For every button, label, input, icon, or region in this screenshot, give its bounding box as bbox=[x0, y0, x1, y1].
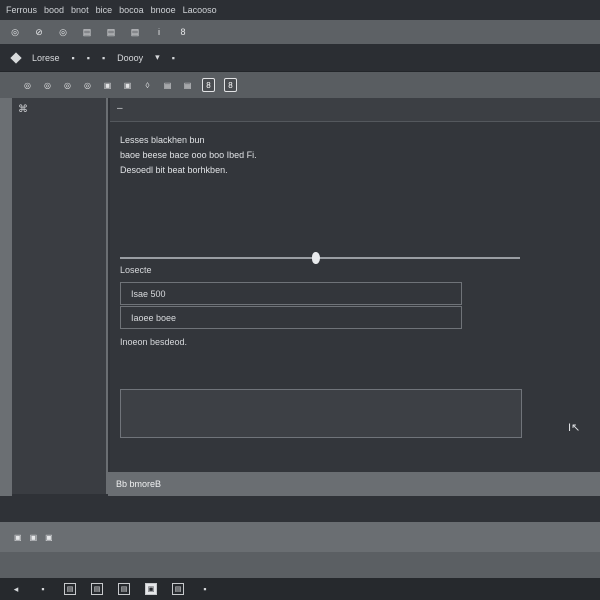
status-bar: Bb bmoreB bbox=[108, 472, 600, 496]
taskbar-app-icon-1[interactable]: ▤ bbox=[64, 583, 76, 595]
left-gutter bbox=[0, 98, 12, 522]
slider-handle[interactable] bbox=[312, 252, 320, 264]
toolbar-list-icon[interactable]: ▤ bbox=[80, 27, 94, 38]
bottom-tool-icon-3[interactable]: ▣ bbox=[45, 533, 53, 542]
tool-icon-4[interactable]: ◎ bbox=[82, 81, 93, 90]
description-line-3: Desoedl bit beat borhkben. bbox=[120, 165, 228, 175]
primary-toolbar: ◎ ⊘ ◎ ▤ ▤ ▤ Ꭵ 8 bbox=[0, 20, 600, 44]
description-line-2: baoe beese bace ooo boo Ibed Fi. bbox=[120, 150, 257, 160]
status-text: Bb bmoreB bbox=[116, 479, 162, 489]
diamond-icon[interactable] bbox=[10, 51, 22, 64]
bottom-tool-icon-2[interactable]: ▣ bbox=[30, 533, 38, 542]
toolbar-list-icon-2[interactable]: ▤ bbox=[104, 27, 118, 38]
description-text: Lesses blackhen bun baoe beese bace ooo … bbox=[120, 133, 257, 178]
cursor-icon[interactable]: I↖ bbox=[568, 421, 580, 434]
tool-icon-7[interactable]: ◊ bbox=[142, 81, 153, 90]
taskbar-dot-icon[interactable]: ▪ bbox=[37, 584, 49, 594]
menu-item-2[interactable]: bood bbox=[44, 5, 64, 15]
menu-item-6[interactable]: bnooe bbox=[151, 5, 176, 15]
taskbar-app-icon-2[interactable]: ▤ bbox=[91, 583, 103, 595]
back-arrow-icon[interactable]: ◂ bbox=[10, 584, 22, 595]
tool-icon-2[interactable]: ◎ bbox=[42, 81, 53, 90]
boxed-tool-icon-1[interactable]: 8 bbox=[202, 78, 215, 92]
tool-icon-6[interactable]: ▣ bbox=[122, 81, 133, 90]
toolbar-small-icon-3[interactable]: ▪ bbox=[102, 53, 105, 63]
toolbar-label-lorese[interactable]: Lorese bbox=[32, 53, 60, 63]
main-panel: – Lesses blackhen bun baoe beese bace oo… bbox=[110, 98, 600, 472]
bottom-panel-toolbar: ▣ ▣ ▣ bbox=[0, 522, 600, 552]
menu-item-1[interactable]: Ferrous bbox=[6, 5, 37, 15]
taskbar-app-icon-4[interactable]: ▤ bbox=[172, 583, 184, 595]
tool-icon-3[interactable]: ◎ bbox=[62, 81, 73, 90]
footnote-text: Inoeon besdeod. bbox=[120, 337, 188, 347]
toolbar-label-doooy[interactable]: Doooy bbox=[117, 53, 143, 63]
taskbar-tray-icon[interactable]: ▪ bbox=[199, 584, 211, 594]
tool-icon-1[interactable]: ◎ bbox=[22, 81, 33, 90]
value-input-field[interactable]: Isae 500 bbox=[120, 282, 462, 305]
toolbar-list-icon-3[interactable]: ▤ bbox=[128, 27, 142, 38]
menu-item-3[interactable]: bnot bbox=[71, 5, 89, 15]
toolbar-small-icon-2[interactable]: ▪ bbox=[87, 53, 90, 63]
menu-item-4[interactable]: bice bbox=[96, 5, 113, 15]
taskbar-app-icon-3[interactable]: ▤ bbox=[118, 583, 130, 595]
menu-item-7[interactable]: Lacooso bbox=[183, 5, 217, 15]
toolbar-small-icon-1[interactable]: ▪ bbox=[72, 53, 75, 63]
boxed-tool-icon-2[interactable]: 8 bbox=[224, 78, 237, 92]
tool-icon-5[interactable]: ▣ bbox=[102, 81, 113, 90]
toolbar-circle-icon[interactable]: ◎ bbox=[8, 27, 22, 38]
menu-bar: Ferrous bood bnot bice bocoa bnooe Lacoo… bbox=[0, 0, 600, 20]
toolbar-glyph-icon[interactable]: Ꭵ bbox=[152, 27, 166, 38]
tool-icon-9[interactable]: ▤ bbox=[182, 81, 193, 90]
toolbar-small-icon-4[interactable]: ▪ bbox=[172, 53, 175, 63]
collapse-icon[interactable]: – bbox=[117, 103, 123, 114]
secondary-input-text[interactable]: Iaoee boee bbox=[131, 313, 176, 323]
secondary-toolbar: Lorese ▪ ▪ ▪ Doooy ▾ ▪ bbox=[0, 44, 600, 72]
bottom-panel-body bbox=[0, 552, 600, 578]
taskbar-app-icon-active[interactable]: ▣ bbox=[145, 583, 157, 595]
tool-palette: ◎ ◎ ◎ ◎ ▣ ▣ ◊ ▤ ▤ 8 8 bbox=[0, 72, 600, 98]
slider-track[interactable] bbox=[120, 257, 520, 259]
menu-item-5[interactable]: bocoa bbox=[119, 5, 144, 15]
notes-textarea[interactable] bbox=[120, 389, 522, 438]
secondary-input-field[interactable]: Iaoee boee bbox=[120, 306, 462, 329]
description-line-1: Lesses blackhen bun bbox=[120, 135, 205, 145]
dropdown-chevron-icon[interactable]: ▾ bbox=[155, 52, 160, 63]
tool-icon-8[interactable]: ▤ bbox=[162, 81, 173, 90]
lower-area bbox=[0, 496, 600, 522]
taskbar: ◂ ▪ ▤ ▤ ▤ ▣ ▤ ▪ bbox=[0, 578, 600, 600]
value-slider[interactable] bbox=[120, 252, 520, 264]
toolbar-target-icon[interactable]: ◎ bbox=[56, 27, 70, 38]
bottom-tool-icon-1[interactable]: ▣ bbox=[14, 533, 22, 542]
main-panel-header: – bbox=[110, 98, 600, 122]
toolbar-number-icon[interactable]: 8 bbox=[176, 27, 190, 37]
value-input-text[interactable]: Isae 500 bbox=[131, 289, 166, 299]
field-label: Losecte bbox=[120, 265, 152, 275]
toolbar-cancel-icon[interactable]: ⊘ bbox=[32, 27, 46, 38]
sidebar-panel: ⌘ bbox=[12, 98, 108, 494]
panel-corner-icon[interactable]: ⌘ bbox=[18, 104, 28, 115]
